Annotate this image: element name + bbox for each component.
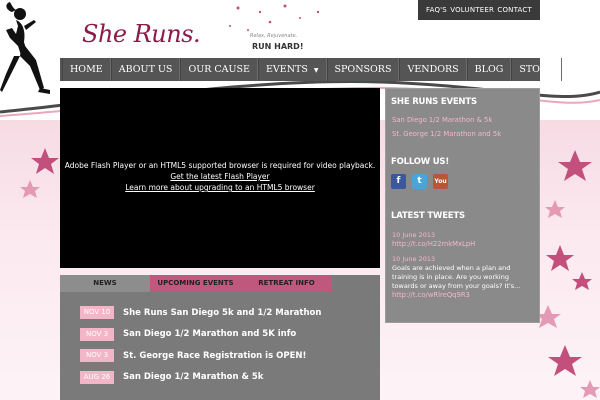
news-title[interactable]: St. George Race Registration is OPEN! (123, 351, 306, 361)
list-item[interactable]: NOV 3 St. George Race Registration is OP… (80, 345, 370, 367)
list-item[interactable]: AUG 26 San Diego 1/2 Marathon & 5k (80, 367, 370, 389)
follow-heading: FOLLOW US! (391, 157, 450, 167)
nav-about-us[interactable]: ABOUT US (110, 58, 181, 81)
nav-home[interactable]: HOME (62, 58, 111, 81)
tweet-date: 10 June 2013 (392, 255, 436, 263)
date-badge: AUG 26 (80, 370, 114, 384)
site-logo[interactable]: She Runs. (82, 20, 201, 48)
runner-silhouette (0, 2, 50, 94)
tweets-heading: LATEST TWEETS (391, 211, 465, 221)
video-fallback-message: Adobe Flash Player or an HTML5 supported… (60, 160, 380, 193)
video-message-text: Adobe Flash Player or an HTML5 supported… (64, 161, 376, 170)
youtube-icon[interactable]: You (433, 174, 448, 189)
sidebar: SHE RUNS EVENTS San Diego 1/2 Marathon &… (385, 88, 540, 323)
nav-events[interactable]: EVENTS ▼ (257, 58, 327, 81)
tab-news[interactable]: NEWS (60, 275, 150, 292)
nav-blog[interactable]: BLOG (466, 58, 512, 81)
main-nav: HOME ABOUT US OUR CAUSE EVENTS ▼ SPONSORS… (60, 58, 563, 81)
news-list: NOV 10 She Runs San Diego 5k and 1/2 Mar… (80, 302, 370, 388)
date-badge: NOV 3 (80, 349, 114, 363)
nav-our-cause[interactable]: OUR CAUSE (180, 58, 258, 81)
news-title[interactable]: San Diego 1/2 Marathon and 5K info (123, 329, 296, 339)
video-player[interactable]: Adobe Flash Player or an HTML5 supported… (60, 88, 380, 268)
date-badge: NOV 3 (80, 327, 114, 341)
nav-events-label: EVENTS (265, 64, 308, 75)
nav-store[interactable]: STORE (511, 58, 563, 81)
html5-browser-link[interactable]: Learn more about upgrading to an HTML5 b… (60, 182, 380, 193)
list-item[interactable]: NOV 3 San Diego 1/2 Marathon and 5K info (80, 324, 370, 346)
news-panel: NEWS UPCOMING EVENTS RETREAT INFO NOV 10… (60, 275, 380, 400)
flash-player-link[interactable]: Get the latest Flash Player (60, 171, 380, 182)
tweet-date: 10 June 2013 (392, 231, 436, 239)
date-badge: NOV 10 (80, 306, 114, 320)
twitter-icon[interactable]: t (412, 174, 427, 189)
tweet-link[interactable]: http://t.co/wRlreQq9R3 (392, 291, 470, 299)
news-tabs: NEWS UPCOMING EVENTS RETREAT INFO (60, 275, 332, 292)
utility-nav: FAQ'S VOLUNTEER CONTACT (418, 0, 540, 20)
sidebar-event-link[interactable]: San Diego 1/2 Marathon & 5k (392, 116, 492, 124)
events-heading: SHE RUNS EVENTS (391, 97, 477, 107)
tweet-link[interactable]: http://t.co/H22mkMxLpH (392, 240, 475, 248)
news-title[interactable]: San Diego 1/2 Marathon & 5k (123, 372, 263, 382)
faq-link[interactable]: FAQ'S (426, 6, 447, 14)
chevron-down-icon: ▼ (313, 67, 319, 74)
tagline: RUN HARD! (252, 42, 304, 51)
tweet-text: Goals are achieved when a plan and train… (392, 264, 521, 290)
tab-retreat-info[interactable]: RETREAT INFO (241, 275, 332, 292)
tab-upcoming-events[interactable]: UPCOMING EVENTS (150, 275, 241, 292)
volunteer-link[interactable]: VOLUNTEER (450, 6, 494, 14)
contact-link[interactable]: CONTACT (497, 6, 532, 14)
nav-sponsors[interactable]: SPONSORS (326, 58, 400, 81)
news-title[interactable]: She Runs San Diego 5k and 1/2 Marathon (123, 308, 321, 318)
nav-vendors[interactable]: VENDORS (399, 58, 467, 81)
facebook-icon[interactable]: f (391, 174, 406, 189)
list-item[interactable]: NOV 10 She Runs San Diego 5k and 1/2 Mar… (80, 302, 370, 324)
tagline-small: Relax, Rejuvenate, (250, 33, 298, 39)
sidebar-event-link[interactable]: St. George 1/2 Marathon and 5k (392, 130, 501, 138)
